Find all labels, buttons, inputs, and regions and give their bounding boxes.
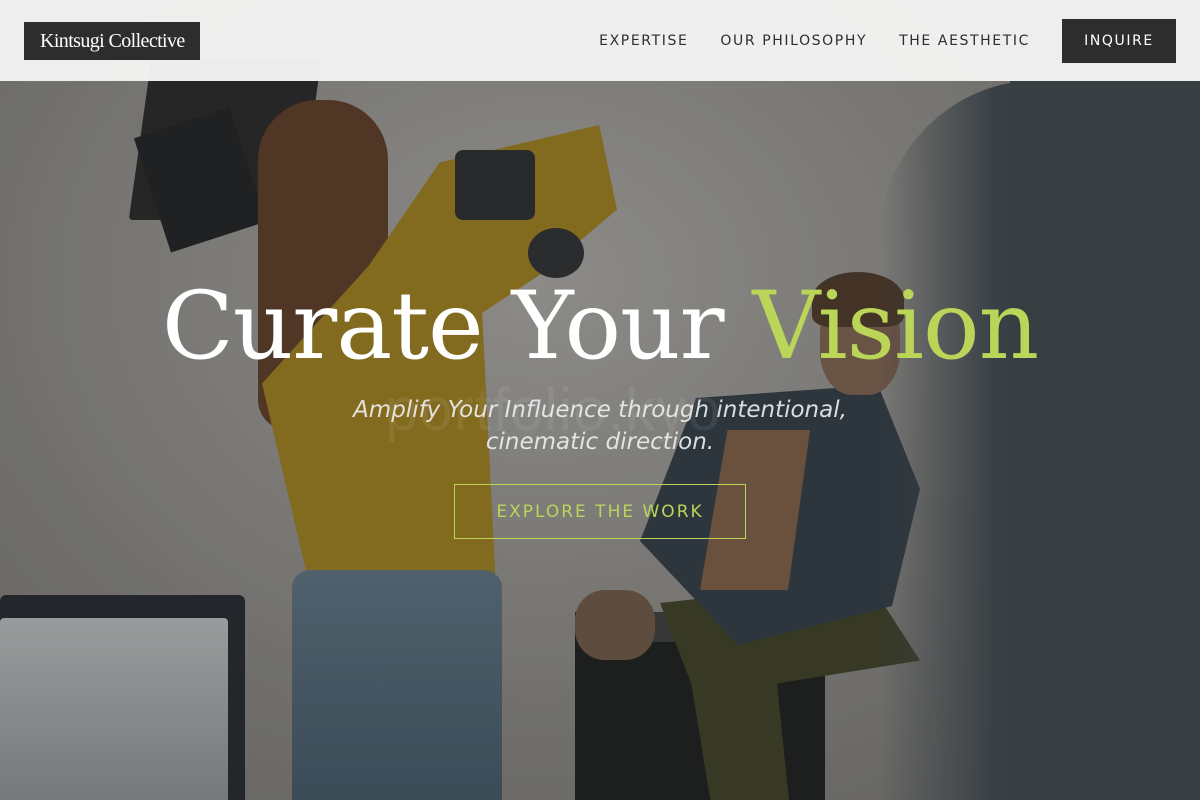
hero-title: Curate Your Vision — [0, 272, 1200, 382]
hero-subtitle: Amplify Your Influence through intention… — [353, 397, 847, 455]
nav-link-our-philosophy[interactable]: OUR PHILOSOPHY — [720, 33, 867, 49]
hero-title-accent: Vision — [752, 272, 1039, 381]
page: portfolio.kyo Kintsugi Collective EXPERT… — [0, 0, 1200, 800]
brand-logo[interactable]: Kintsugi Collective — [24, 21, 200, 60]
nav-link-the-aesthetic[interactable]: THE AESTHETIC — [899, 33, 1030, 49]
main-nav: EXPERTISE OUR PHILOSOPHY THE AESTHETIC I… — [599, 18, 1176, 63]
nav-link-expertise[interactable]: EXPERTISE — [599, 33, 688, 49]
explore-work-button[interactable]: EXPLORE THE WORK — [454, 484, 746, 539]
hero-title-main: Curate Your — [161, 272, 753, 381]
site-header: Kintsugi Collective EXPERTISE OUR PHILOS… — [0, 0, 1200, 81]
inquire-button[interactable]: INQUIRE — [1062, 18, 1176, 63]
hero-section: Curate Your Vision Amplify Your Influenc… — [0, 0, 1200, 800]
